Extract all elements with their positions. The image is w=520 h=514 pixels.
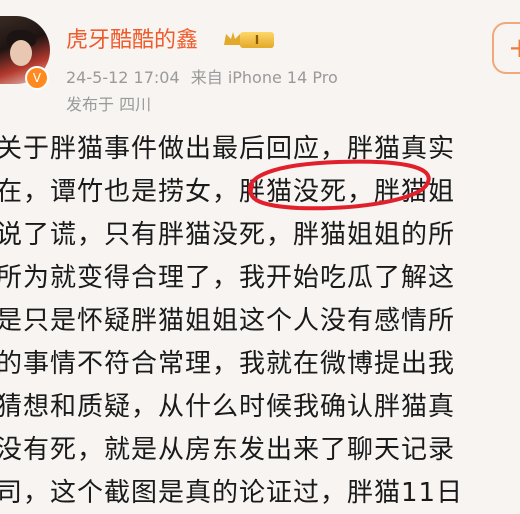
verified-badge-icon: V	[25, 66, 49, 90]
content-line: 司，这个截图是真的论证过，胖猫11日	[0, 478, 464, 508]
post-header: V 虎牙酷酷的鑫 I 24-5-12 17:04 来自 iPhone 14 Pr…	[0, 0, 520, 120]
post-meta: 24-5-12 17:04 来自 iPhone 14 Pro	[66, 64, 338, 88]
username[interactable]: 虎牙酷酷的鑫	[66, 22, 198, 54]
avatar-face	[10, 40, 32, 66]
content-line: 是只是怀疑胖猫姐姐这个人没有感情所	[0, 306, 456, 336]
level-badge: I	[240, 32, 274, 48]
follow-button[interactable]: +	[492, 22, 520, 74]
content-line: 猜想和质疑，从什么时候我确认胖猫真	[0, 392, 456, 422]
content-line: 说了谎，只有胖猫没死，胖猫姐姐的所	[0, 220, 456, 250]
content-line: 所为就变得合理了，我开始吃瓜了解这	[0, 263, 456, 293]
content-line: 在，谭竹也是捞女，胖猫没死，胖猫姐	[0, 177, 456, 207]
post-location: 发布于 四川	[66, 95, 152, 114]
post-timestamp: 24-5-12 17:04	[66, 68, 180, 87]
content-line: 的事情不符合常理，我就在微博提出我	[0, 349, 456, 379]
content-line: 没有死，就是从房东发出来了聊天记录	[0, 435, 456, 465]
content-line: 关于胖猫事件做出最后回应，胖猫真实	[0, 134, 456, 164]
post-source: 来自 iPhone 14 Pro	[190, 68, 338, 87]
